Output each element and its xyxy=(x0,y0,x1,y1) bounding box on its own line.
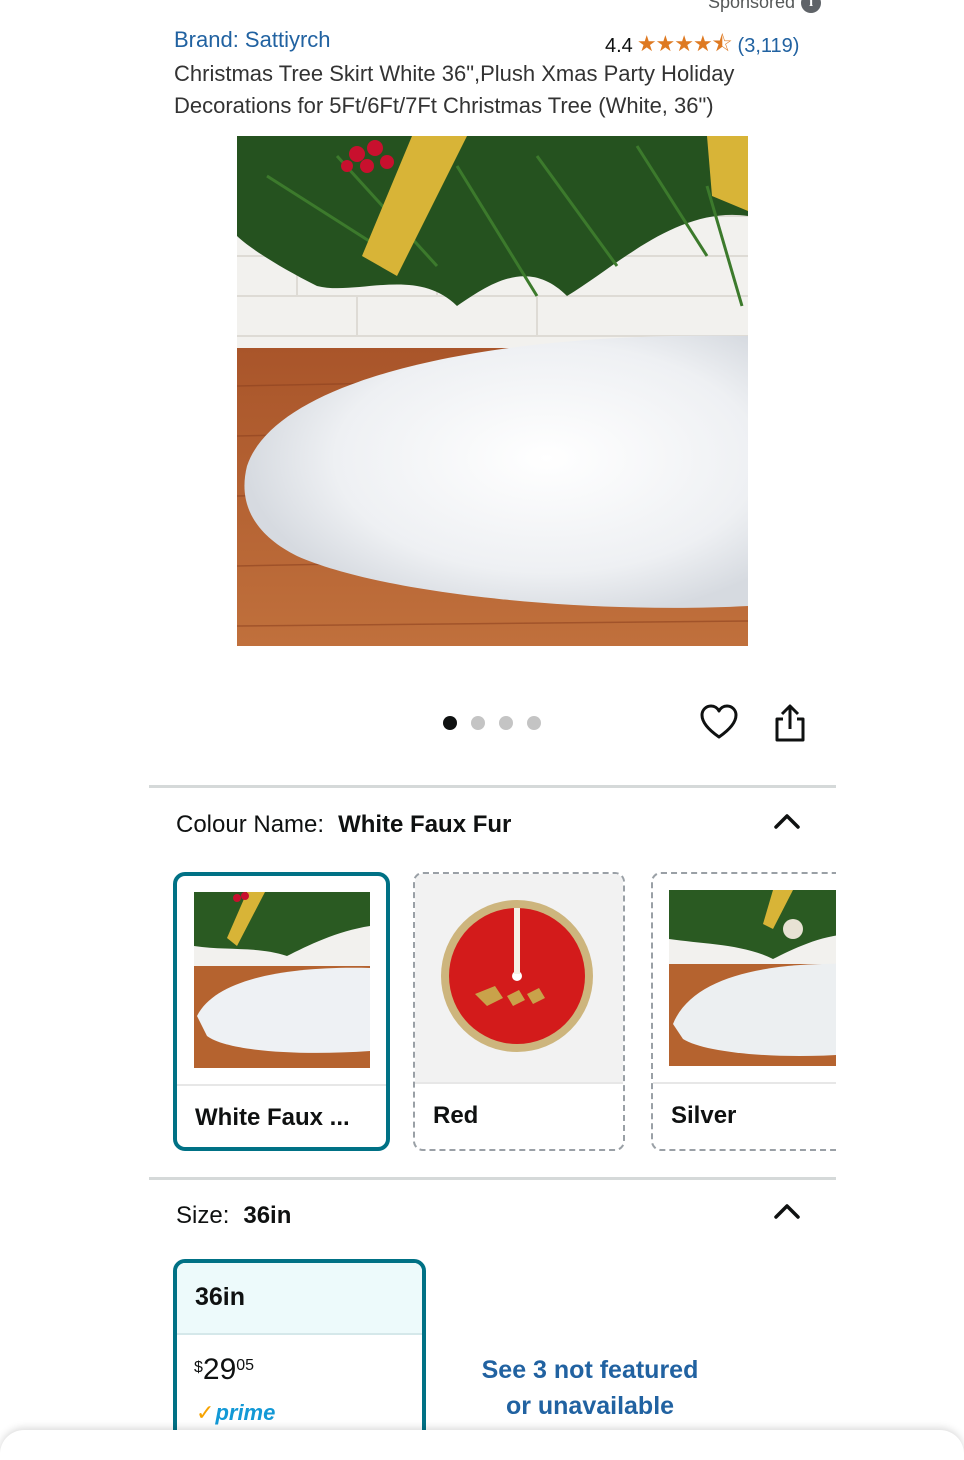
carousel-dot[interactable] xyxy=(443,716,457,730)
chevron-up-icon[interactable] xyxy=(774,1203,800,1219)
swatch-separator xyxy=(415,1082,623,1084)
image-carousel-dots[interactable] xyxy=(443,716,541,730)
carousel-dot[interactable] xyxy=(499,716,513,730)
colour-option-white[interactable]: White Faux ... xyxy=(173,872,390,1151)
price-fraction: 05 xyxy=(236,1357,255,1374)
see-more-line-1: See 3 not featured xyxy=(481,1356,699,1384)
swatch-image-red xyxy=(415,874,623,1082)
prime-badge: ✓prime xyxy=(196,1400,275,1426)
product-main-image[interactable] xyxy=(237,136,748,646)
size-option-36in[interactable]: 36in $ 29 05 ✓prime xyxy=(173,1259,426,1459)
swatch-label: Silver xyxy=(671,1102,737,1129)
info-icon[interactable]: i xyxy=(801,0,822,13)
carousel-dot[interactable] xyxy=(471,716,485,730)
colour-label: Colour Name: xyxy=(176,811,325,838)
swatch-image-silver xyxy=(653,874,849,1082)
sponsored-text: Sponsored xyxy=(708,0,796,12)
size-selected-value: 36in xyxy=(243,1202,292,1229)
sponsored-label[interactable]: Sponsored i xyxy=(708,0,822,13)
share-icon[interactable] xyxy=(772,703,808,743)
size-row: Size: 36in xyxy=(176,1202,291,1230)
colour-option-red[interactable]: Red xyxy=(413,872,625,1151)
swatch-label: Red xyxy=(433,1102,479,1129)
section-divider xyxy=(149,785,836,788)
heart-icon[interactable] xyxy=(700,704,738,742)
bottom-sheet[interactable] xyxy=(0,1430,964,1460)
section-divider xyxy=(149,1177,836,1180)
carousel-dot[interactable] xyxy=(527,716,541,730)
product-title[interactable]: Christmas Tree Skirt White 36",Plush Xma… xyxy=(174,58,814,122)
prime-check-icon: ✓ xyxy=(196,1400,215,1425)
swatch-separator xyxy=(177,1084,386,1086)
swatch-image-white xyxy=(177,876,386,1084)
size-label: Size: xyxy=(176,1202,230,1229)
rating-value: 4.4 xyxy=(605,34,633,57)
prime-label: prime xyxy=(215,1400,276,1425)
see-not-featured-link[interactable]: See 3 not featured or unavailable xyxy=(440,1352,740,1424)
swatch-scroll-mask xyxy=(836,860,964,1160)
price-whole: 29 xyxy=(202,1353,237,1386)
colour-name-row: Colour Name: White Faux Fur xyxy=(176,811,511,839)
price: $ 29 05 xyxy=(194,1355,254,1385)
rating-count-link[interactable]: (3,119) xyxy=(738,35,800,58)
colour-selected-value: White Faux Fur xyxy=(338,811,512,838)
size-option-header: 36in xyxy=(177,1263,422,1335)
swatch-label: White Faux ... xyxy=(195,1104,350,1131)
brand-link[interactable]: Brand: Sattiyrch xyxy=(174,27,331,53)
colour-option-silver[interactable]: Silver xyxy=(651,872,851,1151)
size-option-label: 36in xyxy=(195,1283,246,1311)
chevron-up-icon[interactable] xyxy=(774,813,800,829)
swatch-separator xyxy=(653,1082,849,1084)
price-currency: $ xyxy=(194,1359,203,1376)
see-more-line-2: or unavailable xyxy=(505,1392,675,1420)
